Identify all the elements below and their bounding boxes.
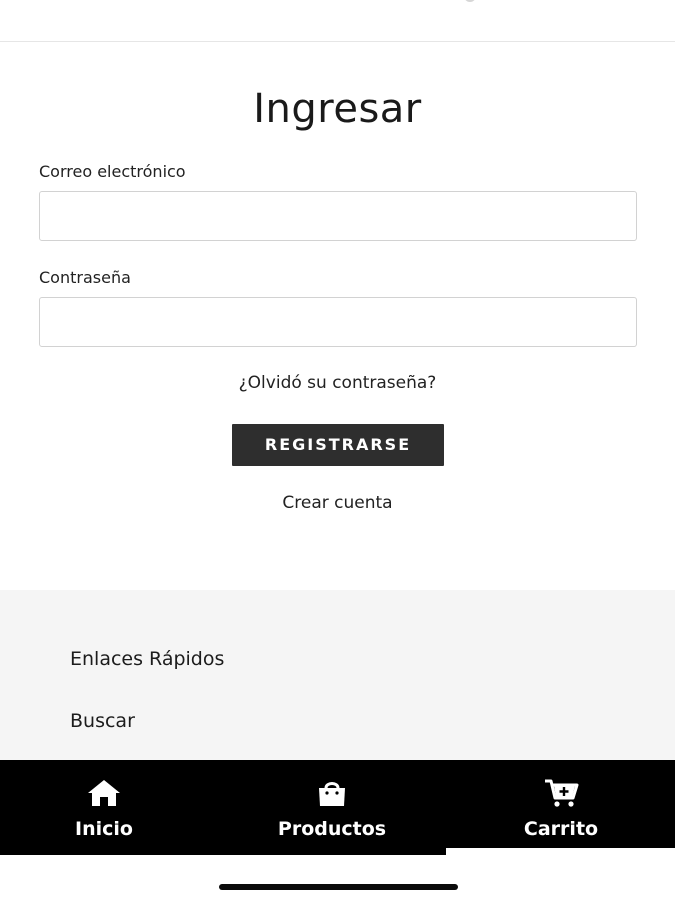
tab-cart-label: Carrito — [523, 818, 599, 840]
quick-links-title: Enlaces Rápidos — [70, 648, 225, 670]
home-indicator[interactable] — [219, 884, 458, 890]
register-button[interactable]: REGISTRARSE — [232, 424, 444, 466]
tab-bar-edge — [446, 848, 675, 858]
shopping-bag-icon — [319, 782, 345, 806]
email-field[interactable] — [39, 191, 637, 241]
tab-home[interactable]: Inicio — [54, 760, 154, 850]
top-header — [0, 0, 675, 42]
tab-cart[interactable]: Carrito — [506, 760, 616, 850]
tab-products[interactable]: Productos — [262, 760, 402, 850]
tab-products-label: Productos — [277, 818, 387, 840]
header-icon[interactable] — [464, 0, 476, 2]
password-label: Contraseña — [39, 268, 131, 287]
bottom-tab-bar: Inicio Productos Carrito — [0, 760, 675, 858]
forgot-password-link[interactable]: ¿Olvidó su contraseña? — [0, 373, 675, 393]
password-field[interactable] — [39, 297, 637, 347]
email-label: Correo electrónico — [39, 162, 186, 181]
create-account-link[interactable]: Crear cuenta — [0, 493, 675, 513]
cart-plus-icon — [545, 779, 579, 807]
login-page: Ingresar Correo electrónico Contraseña ¿… — [0, 0, 675, 900]
page-title: Ingresar — [253, 86, 422, 132]
search-link[interactable]: Buscar — [70, 710, 135, 732]
home-icon — [88, 780, 120, 806]
footer-quick-links: Enlaces Rápidos Buscar — [0, 590, 675, 762]
tab-home-label: Inicio — [75, 818, 133, 840]
